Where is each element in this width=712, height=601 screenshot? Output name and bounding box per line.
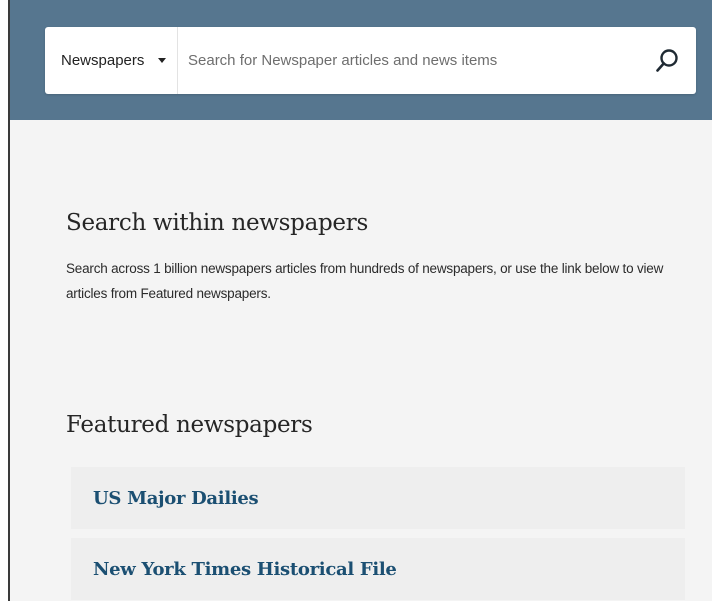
caret-down-icon bbox=[158, 58, 167, 63]
search-scope-dropdown[interactable]: Newspapers bbox=[45, 27, 178, 94]
featured-newspapers-title: Featured newspapers bbox=[66, 412, 313, 438]
featured-item-label[interactable]: US Major Dailies bbox=[93, 488, 259, 509]
search-scope-label: Newspapers bbox=[61, 52, 145, 69]
search-within-description: Search across 1 billion newspapers artic… bbox=[66, 261, 664, 301]
search-within-title: Search within newspapers bbox=[66, 210, 368, 236]
search-input[interactable] bbox=[178, 27, 638, 94]
magnifier-icon bbox=[656, 48, 678, 72]
search-button[interactable] bbox=[638, 27, 696, 94]
featured-item-us-major-dailies[interactable]: US Major Dailies bbox=[71, 467, 685, 529]
search-bar: Newspapers bbox=[45, 27, 696, 94]
featured-item-nyt-historical-file[interactable]: New York Times Historical File bbox=[71, 538, 685, 600]
page: Newspapers Search within newspapers Sear… bbox=[0, 0, 712, 601]
featured-item-label[interactable]: New York Times Historical File bbox=[93, 559, 397, 580]
main-content: Search within newspapers Search across 1… bbox=[10, 120, 712, 601]
